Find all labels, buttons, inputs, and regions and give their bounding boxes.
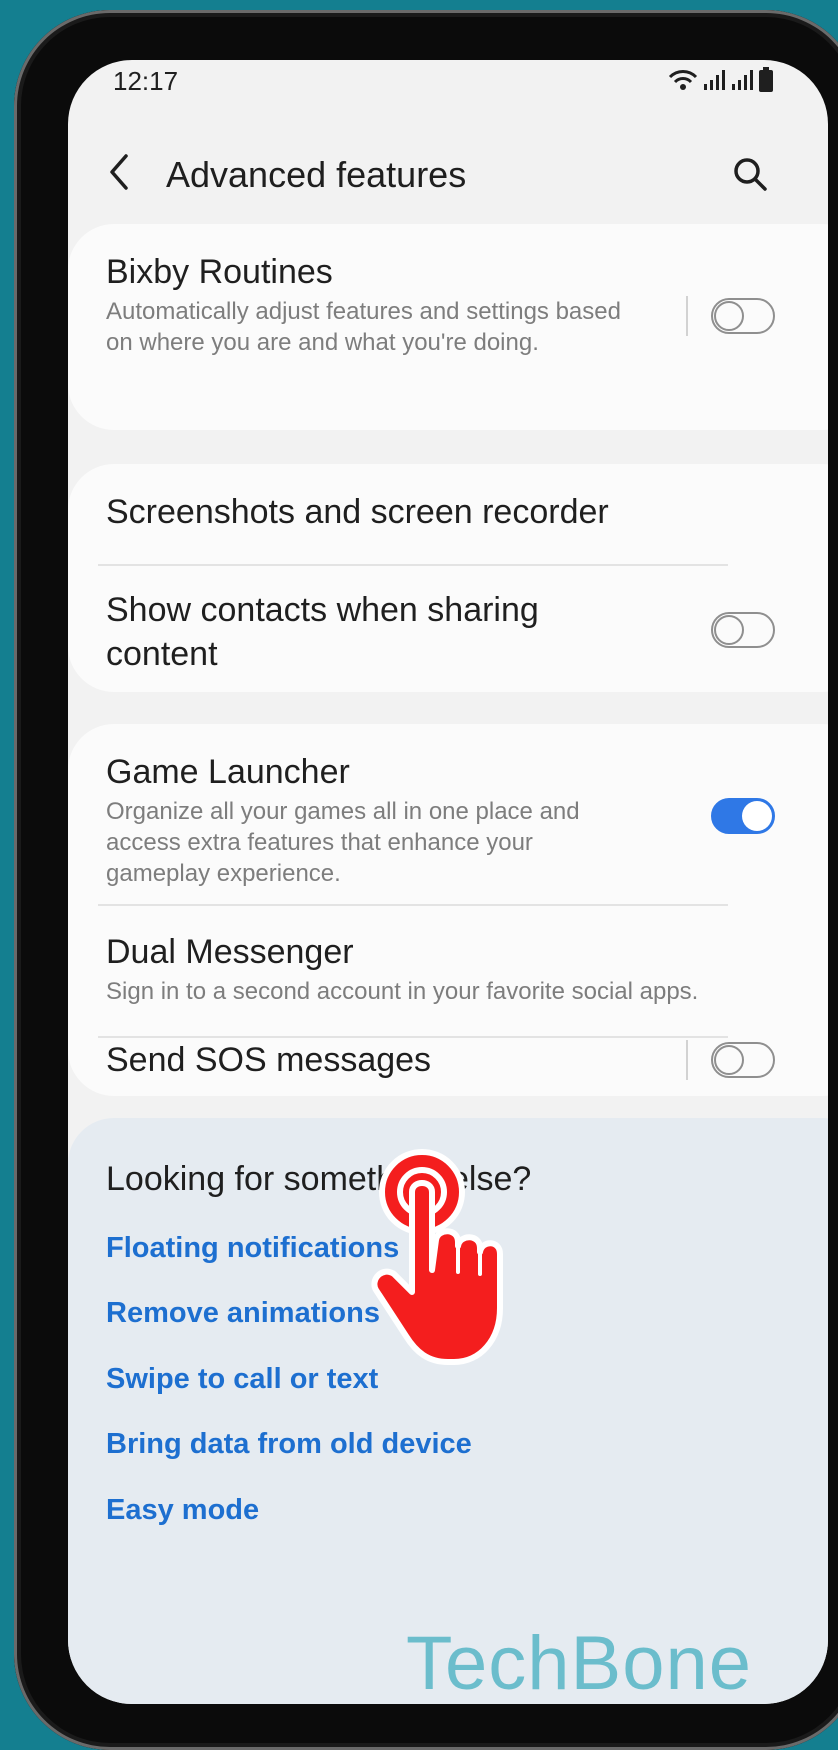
link-floating-notifications[interactable]: Floating notifications — [106, 1232, 399, 1265]
status-bar: 12:17 — [68, 60, 828, 104]
card-screenshots: Screenshots and screen recorder Show con… — [68, 464, 828, 692]
setting-bixby-routines[interactable]: Bixby Routines Automatically adjust feat… — [68, 224, 828, 430]
setting-title: Screenshots and screen recorder — [106, 493, 609, 531]
search-icon — [734, 158, 767, 191]
status-time: 12:17 — [113, 66, 179, 96]
separator — [686, 1040, 688, 1080]
setting-subtitle: Sign in to a second account in your favo… — [106, 978, 699, 1005]
separator — [686, 296, 688, 336]
search-button[interactable] — [728, 152, 772, 196]
setting-show-contacts[interactable]: Show contacts when sharing content — [68, 566, 828, 692]
setting-subtitle: Automatically adjust features and settin… — [106, 298, 621, 356]
status-icons — [668, 66, 774, 94]
phone-frame: 12:17 Advanced features Bixby Routines A… — [14, 10, 838, 1750]
back-button[interactable] — [98, 150, 142, 194]
signal-icon — [704, 70, 725, 90]
app-header: Advanced features — [68, 140, 828, 210]
wifi-icon — [668, 70, 698, 90]
setting-title: Bixby Routines — [106, 253, 333, 291]
setting-game-launcher[interactable]: Game Launcher Organize all your games al… — [68, 724, 828, 904]
send-sos-toggle[interactable] — [711, 1042, 775, 1078]
tap-hand-icon — [371, 1149, 503, 1365]
card-game: Game Launcher Organize all your games al… — [68, 724, 828, 1096]
setting-title: Show contacts when sharing content — [106, 591, 539, 673]
setting-title: Send SOS messages — [106, 1041, 432, 1079]
setting-screenshots[interactable]: Screenshots and screen recorder — [68, 464, 828, 564]
chevron-left-icon — [110, 154, 128, 190]
page-title: Advanced features — [166, 154, 467, 195]
setting-subtitle: Organize all your games all in one place… — [106, 798, 580, 887]
setting-dual-messenger[interactable]: Dual Messenger Sign in to a second accou… — [68, 906, 828, 1036]
link-remove-animations[interactable]: Remove animations — [106, 1297, 380, 1330]
bixby-routines-toggle[interactable] — [711, 298, 775, 334]
game-launcher-toggle[interactable] — [711, 798, 775, 834]
techbone-watermark: TechBone — [406, 1621, 753, 1706]
signal-icon — [732, 70, 753, 90]
link-easy-mode[interactable]: Easy mode — [106, 1494, 259, 1527]
card-bixby: Bixby Routines Automatically adjust feat… — [68, 224, 828, 430]
link-swipe-to-call[interactable]: Swipe to call or text — [106, 1363, 378, 1396]
setting-title: Dual Messenger — [106, 933, 354, 971]
screen: 12:17 Advanced features Bixby Routines A… — [68, 60, 828, 1704]
setting-send-sos[interactable]: Send SOS messages — [68, 1038, 828, 1096]
setting-title: Game Launcher — [106, 753, 350, 791]
link-bring-data[interactable]: Bring data from old device — [106, 1428, 472, 1461]
battery-icon — [759, 67, 773, 92]
show-contacts-toggle[interactable] — [711, 612, 775, 648]
